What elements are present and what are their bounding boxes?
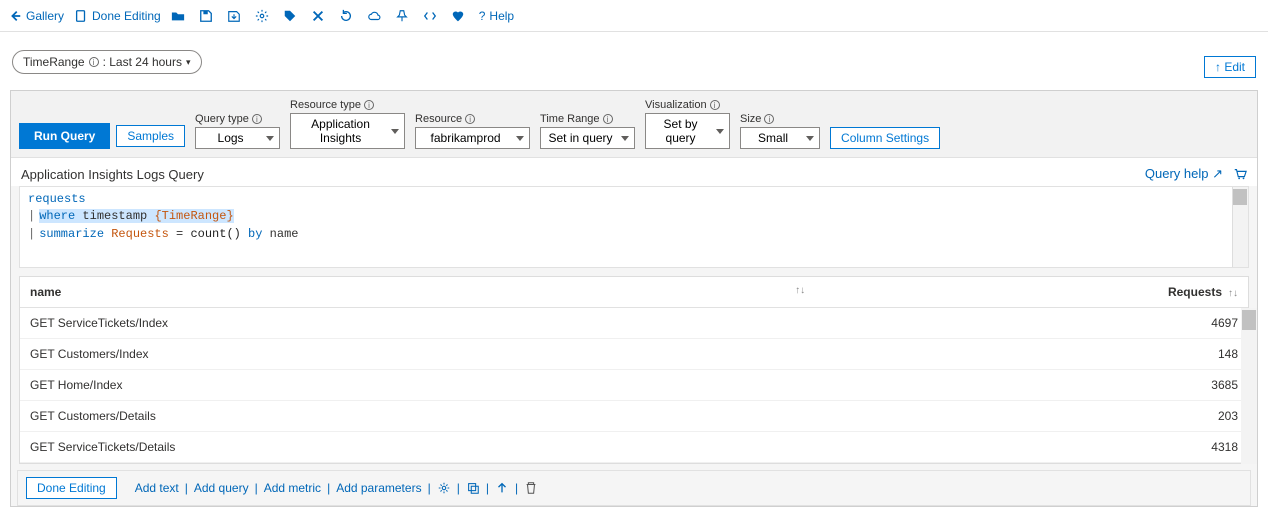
column-settings-button[interactable]: Column Settings [830, 127, 940, 149]
resource-type-label: Resource typei [290, 99, 405, 111]
cell-name: GET ServiceTickets/Index [20, 308, 815, 339]
table-row[interactable]: GET ServiceTickets/Details4318 [20, 432, 1248, 463]
edit-button[interactable]: ↑ Edit [1204, 56, 1256, 78]
table-scrollbar[interactable] [1241, 308, 1257, 464]
cell-name: GET ServiceTickets/Details [20, 432, 815, 463]
help-label: Help [489, 9, 514, 23]
gear-icon[interactable] [437, 481, 451, 495]
cloud-icon[interactable] [367, 9, 385, 23]
info-icon: i [710, 100, 720, 110]
time-range-label: Time Rangei [540, 113, 635, 125]
info-icon: i [252, 114, 262, 124]
info-icon: i [465, 114, 475, 124]
visualization-select[interactable]: Set by query [645, 113, 730, 149]
top-toolbar: Gallery Done Editing ? Help [0, 0, 1268, 32]
info-icon: i [89, 57, 99, 67]
external-link-icon: ↗ [1212, 166, 1223, 181]
cell-requests: 4697 [815, 308, 1248, 339]
col-requests[interactable]: Requests↑↓ [815, 277, 1248, 308]
time-range-select[interactable]: Set in query [540, 127, 635, 149]
heart-icon[interactable] [451, 9, 469, 23]
delete-icon[interactable] [524, 481, 538, 495]
query-type-select[interactable]: Logs [195, 127, 280, 149]
clone-icon[interactable] [466, 481, 480, 495]
pin-icon[interactable] [395, 9, 413, 23]
param-label: TimeRange [23, 55, 85, 69]
query-type-label: Query typei [195, 113, 280, 125]
cell-requests: 4318 [815, 432, 1248, 463]
cell-name: GET Customers/Details [20, 401, 815, 432]
timerange-parameter[interactable]: TimeRange i : Last 24 hours ▾ [12, 50, 202, 74]
size-label: Sizei [740, 113, 820, 125]
save-as-icon[interactable] [227, 9, 245, 23]
save-icon[interactable] [199, 9, 217, 23]
add-parameters-link[interactable]: Add parameters [336, 481, 421, 495]
footer-toolbar: Done Editing Add text | Add query | Add … [17, 470, 1251, 506]
cart-icon[interactable] [1233, 167, 1247, 181]
done-editing-bottom[interactable]: Done Editing [26, 477, 117, 499]
settings-icon[interactable] [255, 9, 273, 23]
resource-label: Resourcei [415, 113, 530, 125]
param-value: : Last 24 hours [103, 55, 182, 69]
back-to-gallery[interactable]: Gallery [8, 9, 64, 23]
done-editing-top[interactable]: Done Editing [74, 9, 161, 23]
refresh-icon[interactable] [339, 9, 357, 23]
cell-name: GET Home/Index [20, 370, 815, 401]
table-row[interactable]: GET Customers/Details203 [20, 401, 1248, 432]
query-subtitle: Application Insights Logs Query [21, 167, 204, 182]
results-table: name↑↓ Requests↑↓ GET ServiceTickets/Ind… [19, 276, 1249, 464]
info-icon: i [764, 114, 774, 124]
done-editing-label: Done Editing [92, 9, 161, 23]
resource-type-select[interactable]: Application Insights [290, 113, 405, 149]
table-row[interactable]: GET Customers/Index148 [20, 339, 1248, 370]
col-name[interactable]: name↑↓ [20, 277, 815, 308]
query-help-link[interactable]: Query help ↗ [1145, 166, 1223, 182]
add-metric-link[interactable]: Add metric [264, 481, 321, 495]
cell-name: GET Customers/Index [20, 339, 815, 370]
run-query-button[interactable]: Run Query [19, 123, 110, 149]
visualization-label: Visualizationi [645, 99, 730, 111]
info-icon: i [603, 114, 613, 124]
document-icon [74, 9, 88, 23]
query-panel: Run Query Samples Query typei Logs Resou… [10, 90, 1258, 507]
table-row[interactable]: GET Home/Index3685 [20, 370, 1248, 401]
code-icon[interactable] [423, 9, 441, 23]
code-token: requests [28, 192, 86, 206]
cell-requests: 3685 [815, 370, 1248, 401]
size-select[interactable]: Small [740, 127, 820, 149]
parameters-row: TimeRange i : Last 24 hours ▾ [0, 32, 1268, 82]
editor-scrollbar[interactable] [1232, 187, 1248, 267]
sort-icon: ↑↓ [1222, 288, 1238, 299]
table-row[interactable]: GET ServiceTickets/Index4697 [20, 308, 1248, 339]
help-link[interactable]: ? Help [479, 9, 514, 23]
samples-button[interactable]: Samples [116, 125, 185, 147]
query-editor[interactable]: requests |where timestamp {TimeRange} |s… [19, 186, 1249, 268]
chevron-down-icon: ▾ [186, 57, 191, 68]
add-text-link[interactable]: Add text [135, 481, 179, 495]
close-icon[interactable] [311, 9, 329, 23]
info-icon: i [364, 100, 374, 110]
tag-icon[interactable] [283, 9, 301, 23]
query-toolbar: Run Query Samples Query typei Logs Resou… [11, 91, 1257, 158]
add-query-link[interactable]: Add query [194, 481, 249, 495]
cell-requests: 203 [815, 401, 1248, 432]
gallery-label: Gallery [26, 9, 64, 23]
cell-requests: 148 [815, 339, 1248, 370]
sort-icon: ↑↓ [789, 285, 805, 296]
arrow-left-icon [8, 9, 22, 23]
help-icon: ? [479, 9, 486, 23]
open-icon[interactable] [171, 9, 189, 23]
resource-select[interactable]: fabrikamprod [415, 127, 530, 149]
move-up-icon[interactable] [495, 481, 509, 495]
